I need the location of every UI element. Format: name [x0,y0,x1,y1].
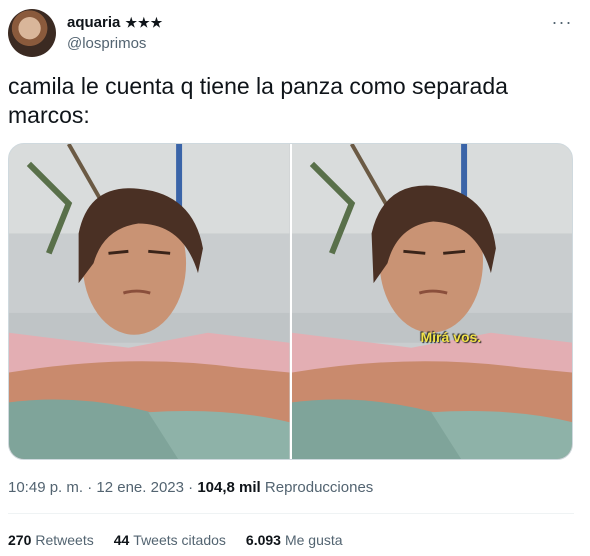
display-name[interactable]: aquaria ★★★ [67,14,163,32]
quotes-stat[interactable]: 44 Tweets citados [114,530,226,550]
person-reclining-image [9,144,290,459]
meta-separator: · [188,479,194,496]
likes-count: 6.093 [245,532,281,548]
tweet-date[interactable]: 12 ene. 2023 [96,479,184,496]
media-image-1[interactable] [9,144,290,459]
quotes-label: Tweets citados [133,532,226,548]
tweet-text: camila le cuenta q tiene la panza como s… [8,72,568,130]
likes-stat[interactable]: 6.093 Me gusta [246,530,343,550]
views-count: 104,8 mil [197,479,261,496]
tweet-header: aquaria ★★★ @losprimos ··· [8,8,582,60]
author-names: aquaria ★★★ @losprimos [67,14,163,54]
display-name-text[interactable]: aquaria [67,14,120,32]
tweet-time[interactable]: 10:49 p. m. [8,479,83,496]
tweet-text-line-1: camila le cuenta q tiene la panza como s… [8,73,508,99]
media-grid: Mirá vos. [8,143,573,460]
more-dots-icon[interactable]: ··· [550,12,574,32]
divider [8,513,574,514]
person-reclining-image [291,144,572,459]
likes-label: Me gusta [284,532,343,548]
tweet-meta: 10:49 p. m. · 12 ene. 2023 · 104,8 mil R… [8,478,373,498]
retweets-label: Retweets [35,532,94,548]
quotes-count: 44 [113,532,130,548]
video-subtitle: Mirá vos. [420,329,482,345]
meta-separator: · [87,479,93,496]
avatar[interactable] [8,9,56,57]
tweet-text-line-2: marcos: [8,102,90,128]
name-badge: ★★★ [125,15,164,30]
media-image-2[interactable]: Mirá vos. [291,144,572,459]
tweet-stats: 270 Retweets 44 Tweets citados 6.093 Me gus… [8,530,343,550]
retweets-count: 270 [8,532,32,548]
retweets-stat[interactable]: 270 Retweets [8,530,94,550]
handle[interactable]: @losprimos [67,34,163,54]
views-label: Reproducciones [264,479,374,496]
